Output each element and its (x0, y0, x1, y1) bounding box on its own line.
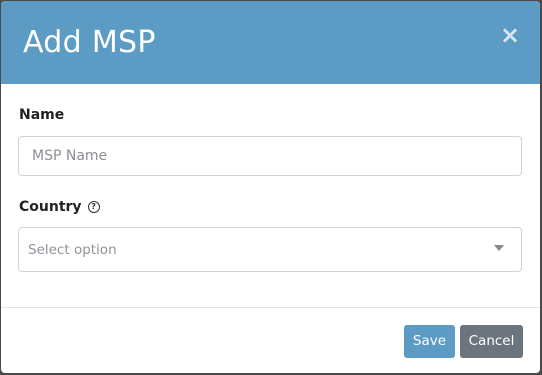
dialog-title: Add MSP (23, 25, 156, 60)
country-label: Country (19, 199, 82, 215)
name-label: Name (19, 107, 65, 123)
dialog-header: Add MSP × (1, 1, 540, 84)
footer-divider (1, 307, 540, 308)
add-msp-dialog: Add MSP × Name Country ? Select option S… (1, 1, 540, 373)
country-select[interactable]: Select option (18, 227, 522, 272)
chevron-down-icon (494, 245, 504, 251)
country-label-row: Country ? (19, 198, 100, 216)
save-button[interactable]: Save (404, 325, 455, 358)
msp-name-input[interactable] (18, 136, 522, 176)
country-select-value: Select option (28, 242, 117, 258)
cancel-button[interactable]: Cancel (460, 325, 523, 358)
question-circle-icon[interactable]: ? (87, 201, 100, 213)
close-icon[interactable]: × (498, 21, 522, 49)
